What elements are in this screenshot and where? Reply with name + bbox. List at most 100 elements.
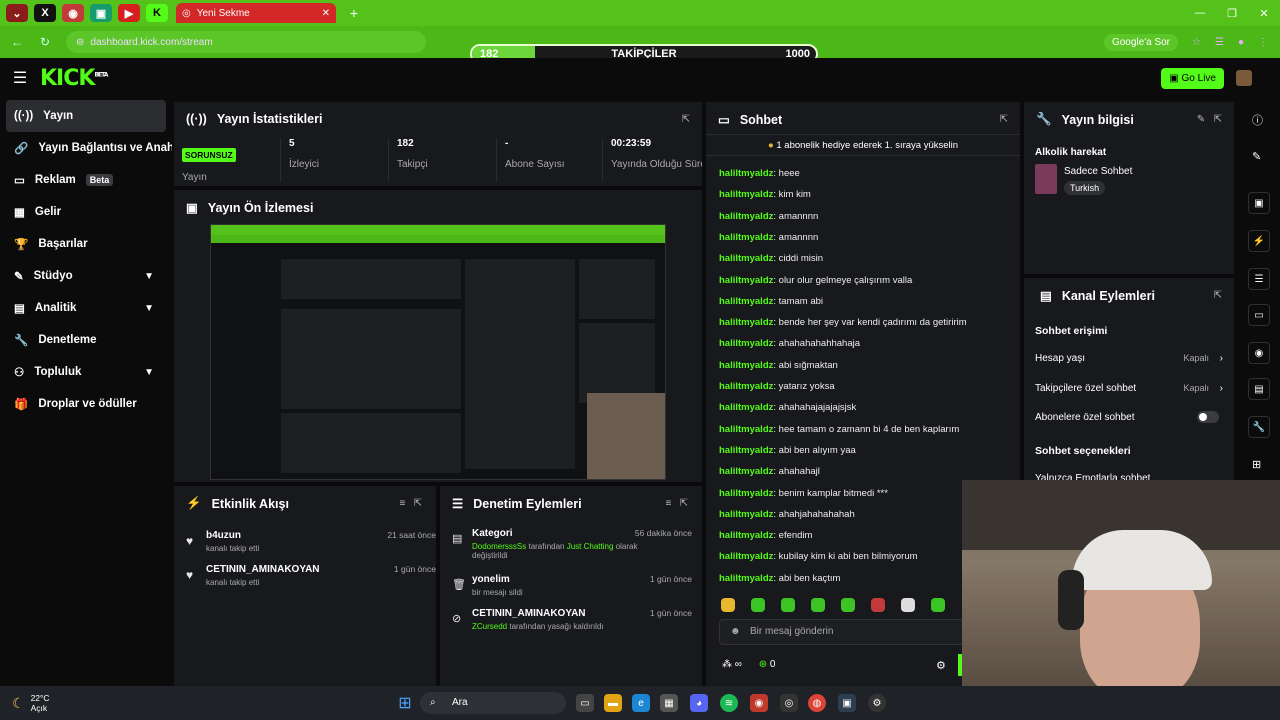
panel-toggle-icon[interactable]: ▣ xyxy=(1248,192,1270,214)
emote-icon[interactable] xyxy=(721,598,735,612)
pinned-gift-banner[interactable]: ● 1 abonelik hediye ederek 1. sıraya yük… xyxy=(706,134,1020,156)
sidebar-item-droplar[interactable]: 🎁 Droplar ve ödüller xyxy=(0,388,172,420)
kick-logo[interactable]: KICKBETA xyxy=(40,66,108,91)
chat-username[interactable]: haliltmyaldz xyxy=(719,381,773,392)
followers-only-row[interactable]: Takipçilere özel sohbet Kapalı › xyxy=(1035,383,1223,394)
subs-only-toggle[interactable] xyxy=(1197,411,1219,423)
new-tab-button[interactable]: + xyxy=(346,5,362,21)
youtube-tab-icon[interactable]: ▶ xyxy=(118,4,140,22)
bookmark-star-icon[interactable]: ☆ xyxy=(1192,37,1201,48)
grid-add-icon[interactable]: ⊞ xyxy=(1252,458,1261,471)
pencil-icon[interactable]: ✎ xyxy=(1252,150,1261,163)
emote-icon[interactable] xyxy=(811,598,825,612)
chat-username[interactable]: haliltmyaldz xyxy=(719,509,773,520)
popout-icon[interactable]: ⇱ xyxy=(682,114,690,125)
account-age-row[interactable]: Hesap yaşı Kapalı › xyxy=(1035,353,1223,364)
sidebar-item-reklam[interactable]: ▭ Reklam Beta xyxy=(0,164,172,196)
sidebar-item-analitik[interactable]: ▤ Analitik ▼ xyxy=(0,292,172,324)
tab-list-icon[interactable]: ⌄ xyxy=(6,4,28,22)
app-icon[interactable]: ◉ xyxy=(750,694,768,712)
chat-message[interactable]: haliltmyaldz: benim kamplar bitmedi *** xyxy=(719,488,888,499)
lightning-icon[interactable]: ⚡ xyxy=(1248,230,1270,252)
sidebar-item-yayin[interactable]: ((·)) Yayın xyxy=(6,100,166,132)
chat-message[interactable]: haliltmyaldz: kim kim xyxy=(719,189,811,200)
chat-message-input[interactable]: ☻ Bir mesaj gönderin xyxy=(719,619,981,645)
chat-username[interactable]: haliltmyaldz xyxy=(719,275,773,286)
close-window-icon[interactable]: ✕ xyxy=(1248,7,1280,20)
emote-icon[interactable] xyxy=(781,598,795,612)
chat-message[interactable]: haliltmyaldz: hee tamam o zamann bi 4 de… xyxy=(719,424,959,435)
chat-username[interactable]: haliltmyaldz xyxy=(719,168,773,179)
chrome-icon[interactable]: ◍ xyxy=(808,694,826,712)
chat-username[interactable]: haliltmyaldz xyxy=(719,338,773,349)
chat-username[interactable]: haliltmyaldz xyxy=(719,530,773,541)
sidebar-item-studyo[interactable]: ✎ Stüdyo ▼ xyxy=(0,260,172,292)
chat-username[interactable]: haliltmyaldz xyxy=(719,317,773,328)
chat-message[interactable]: haliltmyaldz: yatarız yoksa xyxy=(719,381,835,392)
chat-message[interactable]: haliltmyaldz: heee xyxy=(719,168,800,179)
chat-username[interactable]: haliltmyaldz xyxy=(719,232,773,243)
store-icon[interactable]: ▦ xyxy=(660,694,678,712)
broadcast-icon[interactable]: ◉ xyxy=(1248,342,1270,364)
chat-username[interactable]: haliltmyaldz xyxy=(719,253,773,264)
back-icon[interactable]: ← xyxy=(6,35,28,49)
chat-message[interactable]: haliltmyaldz: ahahahajajajajsjsk xyxy=(719,402,856,413)
chat-message[interactable]: haliltmyaldz: olur olur gelmeye çalışırı… xyxy=(719,275,912,286)
settings-app-icon[interactable]: ⚙ xyxy=(868,694,886,712)
chat-message[interactable]: haliltmyaldz: abi ben alıyım yaa xyxy=(719,445,856,456)
chat-message[interactable]: haliltmyaldz: amannnn xyxy=(719,211,818,222)
minimize-icon[interactable]: — xyxy=(1184,7,1216,20)
chat-message[interactable]: haliltmyaldz: ciddi misin xyxy=(719,253,823,264)
sidebar-item-gelir[interactable]: ▦ Gelir xyxy=(0,196,172,228)
task-view-icon[interactable]: ▭ xyxy=(576,694,594,712)
popout-icon[interactable]: ⇱ xyxy=(1000,114,1008,125)
chat-username[interactable]: haliltmyaldz xyxy=(719,402,773,413)
chat-message[interactable]: haliltmyaldz: ahahjahahahahah xyxy=(719,509,855,520)
chat-username[interactable]: haliltmyaldz xyxy=(719,189,773,200)
obs-icon[interactable]: ◎ xyxy=(780,694,798,712)
chat-icon[interactable]: ▭ xyxy=(1248,304,1270,326)
emote-icon[interactable] xyxy=(931,598,945,612)
chat-username[interactable]: haliltmyaldz xyxy=(719,211,773,222)
menu-icon[interactable]: ⋮ xyxy=(1258,37,1268,48)
chat-message[interactable]: haliltmyaldz: efendim xyxy=(719,530,812,541)
discord-icon[interactable]: ◕ xyxy=(690,694,708,712)
chat-message[interactable]: haliltmyaldz: ahahahahahhahaja xyxy=(719,338,860,349)
chat-message[interactable]: haliltmyaldz: abi sığmaktan xyxy=(719,360,838,371)
weather-widget[interactable]: ☾ 22°C Açık xyxy=(12,693,50,713)
sidebar-item-basarilar[interactable]: 🏆 Başarılar xyxy=(0,228,172,260)
emote-icon[interactable] xyxy=(841,598,855,612)
stats-icon[interactable]: ▤ xyxy=(1248,378,1270,400)
site-info-icon[interactable]: ⊜ xyxy=(76,37,84,48)
sidebar-item-denetleme[interactable]: 🔧 Denetleme xyxy=(0,324,172,356)
go-live-button[interactable]: ▣ Go Live xyxy=(1161,68,1224,89)
chat-message[interactable]: haliltmyaldz: tamam abi xyxy=(719,296,823,307)
popout-icon[interactable]: ≡ ⇱ xyxy=(399,498,422,509)
sidebar-item-topluluk[interactable]: ⚇ Topluluk ▼ xyxy=(0,356,172,388)
chat-username[interactable]: haliltmyaldz xyxy=(719,360,773,371)
user-avatar[interactable] xyxy=(1236,70,1252,86)
edge-icon[interactable]: e xyxy=(632,694,650,712)
chat-message[interactable]: haliltmyaldz: amannnn xyxy=(719,232,818,243)
list-icon[interactable]: ☰ xyxy=(1248,268,1270,290)
chat-message[interactable]: haliltmyaldz: bende her şey var kendi ça… xyxy=(719,317,967,328)
chat-username[interactable]: haliltmyaldz xyxy=(719,573,773,584)
wrench-icon[interactable]: 🔧 xyxy=(1248,416,1270,438)
emote-icon[interactable] xyxy=(871,598,885,612)
chat-username[interactable]: haliltmyaldz xyxy=(719,551,773,562)
taskbar-search[interactable]: ⌕ Ara xyxy=(420,692,566,714)
kick-tab-icon[interactable]: K xyxy=(146,4,168,22)
chat-username[interactable]: haliltmyaldz xyxy=(719,445,773,456)
chat-username[interactable]: haliltmyaldz xyxy=(719,424,773,435)
file-explorer-icon[interactable]: ▬ xyxy=(604,694,622,712)
chat-message[interactable]: haliltmyaldz: abi ben kaçtım xyxy=(719,573,840,584)
tab-favicon-icon[interactable]: ◉ xyxy=(62,4,84,22)
infinity-icon[interactable]: ⁂ ∞ xyxy=(722,659,742,670)
tab-favicon-icon[interactable]: ▣ xyxy=(90,4,112,22)
profile-icon[interactable]: ● xyxy=(1238,37,1244,48)
sidebar-item-stream-key[interactable]: 🔗Yayın Bağlantısı ve Anahtar xyxy=(0,132,172,164)
popout-icon[interactable]: ⇱ xyxy=(1214,290,1222,301)
chat-message[interactable]: haliltmyaldz: ahahahajl xyxy=(719,466,820,477)
close-tab-icon[interactable]: ✕ xyxy=(322,8,330,19)
tab-search-icon[interactable]: ☰ xyxy=(1215,37,1224,48)
